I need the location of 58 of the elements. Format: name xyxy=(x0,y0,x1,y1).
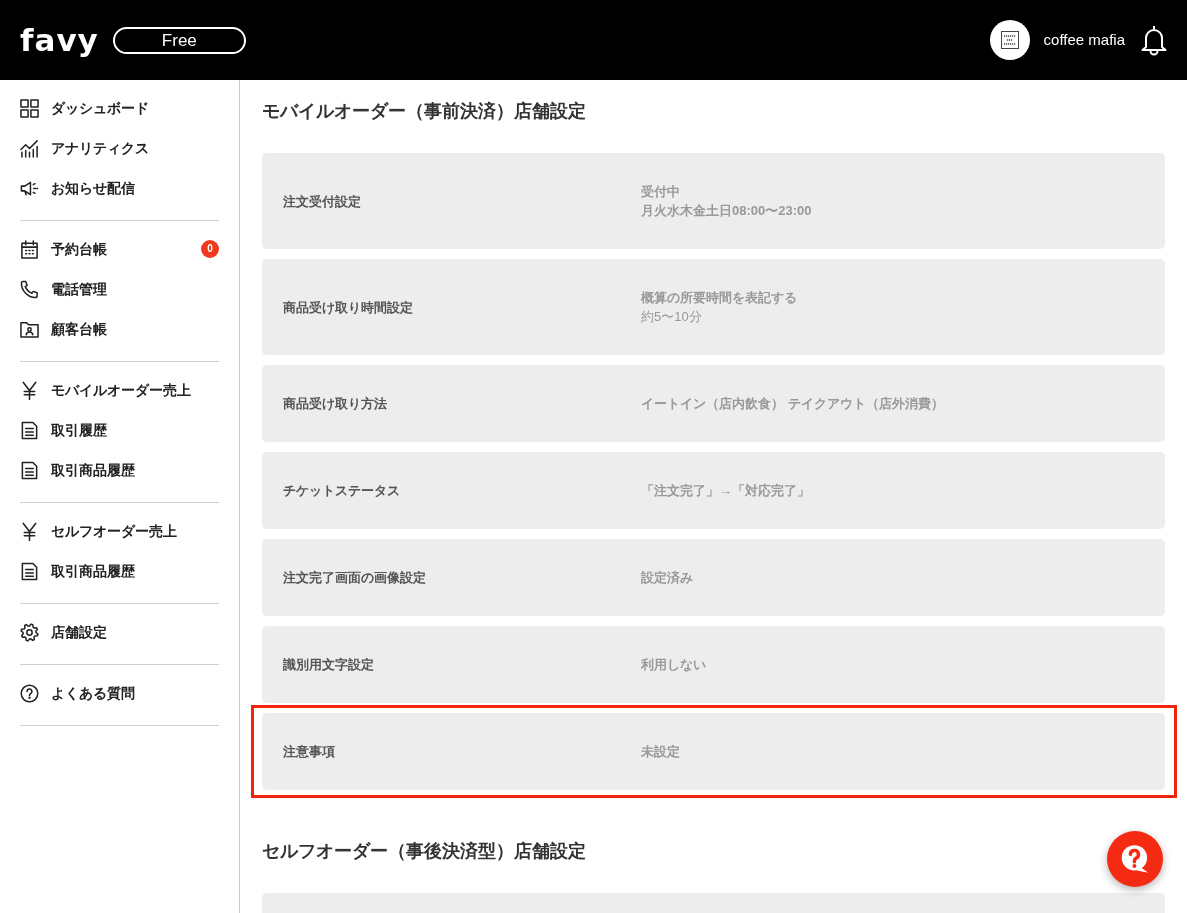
setting-label: 商品受け取り方法 xyxy=(283,395,388,413)
plan-badge: Free xyxy=(112,26,246,54)
section-title: セルフオーダー（事後決済型）店舗設定 xyxy=(262,840,586,863)
setting-label: 商品受け取り時間設定 xyxy=(283,298,414,317)
sidebar-item[interactable]: 予約台帳 0 xyxy=(20,229,219,269)
store-logo-icon xyxy=(989,20,1030,60)
sidebar-item[interactable]: セルフオーダー売上 xyxy=(20,511,219,551)
setting-label: 注文完了画面の画像設定 xyxy=(283,569,427,587)
help-button[interactable] xyxy=(1107,831,1163,887)
sidebar-item[interactable]: 取引履歴 xyxy=(20,410,219,450)
sidebar-item[interactable]: 顧客台帳 xyxy=(20,309,219,349)
document-icon xyxy=(20,420,39,440)
sidebar-item[interactable]: 店舗設定 xyxy=(20,612,219,652)
help-bubble-icon xyxy=(1120,844,1150,874)
calendar-icon xyxy=(20,239,39,259)
setting-card[interactable]: 注文受付設定 受付中 月火水木金土日08:00〜23:00 xyxy=(262,153,1165,249)
help-icon xyxy=(20,683,39,703)
setting-value: 設定済み xyxy=(641,569,693,587)
document-icon xyxy=(20,561,39,581)
setting-value: 受付中 xyxy=(641,183,680,201)
brand-logo[interactable]: favy xyxy=(20,24,99,56)
account-name: coffee mafia xyxy=(1043,29,1125,50)
sidebar-item[interactable]: お知らせ配信 xyxy=(20,168,219,208)
setting-value: 利用しない xyxy=(641,656,706,674)
setting-value: 未設定 xyxy=(641,743,680,761)
sidebar-item[interactable]: ダッシュボード xyxy=(20,88,219,128)
document-icon xyxy=(20,460,39,480)
setting-label: 注意事項 xyxy=(283,743,336,761)
count-badge: 0 xyxy=(201,240,219,258)
settings-icon xyxy=(20,622,39,642)
sidebar-item[interactable]: モバイルオーダー売上 xyxy=(20,370,219,410)
yen-icon xyxy=(20,380,39,400)
setting-card[interactable]: 商品受け取り時間設定 概算の所要時間を表記する 約5〜10分 xyxy=(262,259,1165,355)
setting-value: 月火水木金土日08:00〜23:00 xyxy=(641,202,812,220)
sidebar-item[interactable]: よくある質問 xyxy=(20,673,219,713)
yen-icon xyxy=(20,521,39,541)
setting-card[interactable]: チケットステータス 「注文完了」→「対応完了」 xyxy=(262,452,1165,529)
setting-card[interactable]: 商品受け取り方法 イートイン（店内飲食） テイクアウト（店外消費） xyxy=(262,365,1165,442)
sidebar-item[interactable]: 電話管理 xyxy=(20,269,219,309)
setting-value: イートイン（店内飲食） テイクアウト（店外消費） xyxy=(641,395,944,413)
sidebar-item[interactable]: アナリティクス xyxy=(20,128,219,168)
section-title: モバイルオーダー（事前決済）店舗設定 xyxy=(262,100,586,123)
setting-value: 概算の所要時間を表記する xyxy=(641,289,797,307)
setting-card[interactable]: 識別用文字設定 利用しない xyxy=(262,626,1165,703)
setting-label: 識別用文字設定 xyxy=(283,656,375,674)
contact-folder-icon xyxy=(20,319,39,339)
grid-icon xyxy=(20,98,39,118)
sidebar-item[interactable]: 取引商品履歴 xyxy=(20,551,219,591)
bar-chart-icon xyxy=(20,138,39,158)
setting-label: 注文受付設定 xyxy=(283,192,362,211)
sidebar-item[interactable]: 取引商品履歴 xyxy=(20,450,219,490)
setting-card[interactable]: 注文完了画面の画像設定 設定済み xyxy=(262,539,1165,616)
setting-card[interactable]: 注意事項 未設定 xyxy=(262,713,1165,790)
phone-icon xyxy=(20,279,39,299)
setting-label: チケットステータス xyxy=(283,482,401,500)
notification-bell-icon[interactable] xyxy=(1141,24,1167,56)
setting-value: 「注文完了」→「対応完了」 xyxy=(641,482,810,500)
setting-value: 約5〜10分 xyxy=(641,308,702,326)
